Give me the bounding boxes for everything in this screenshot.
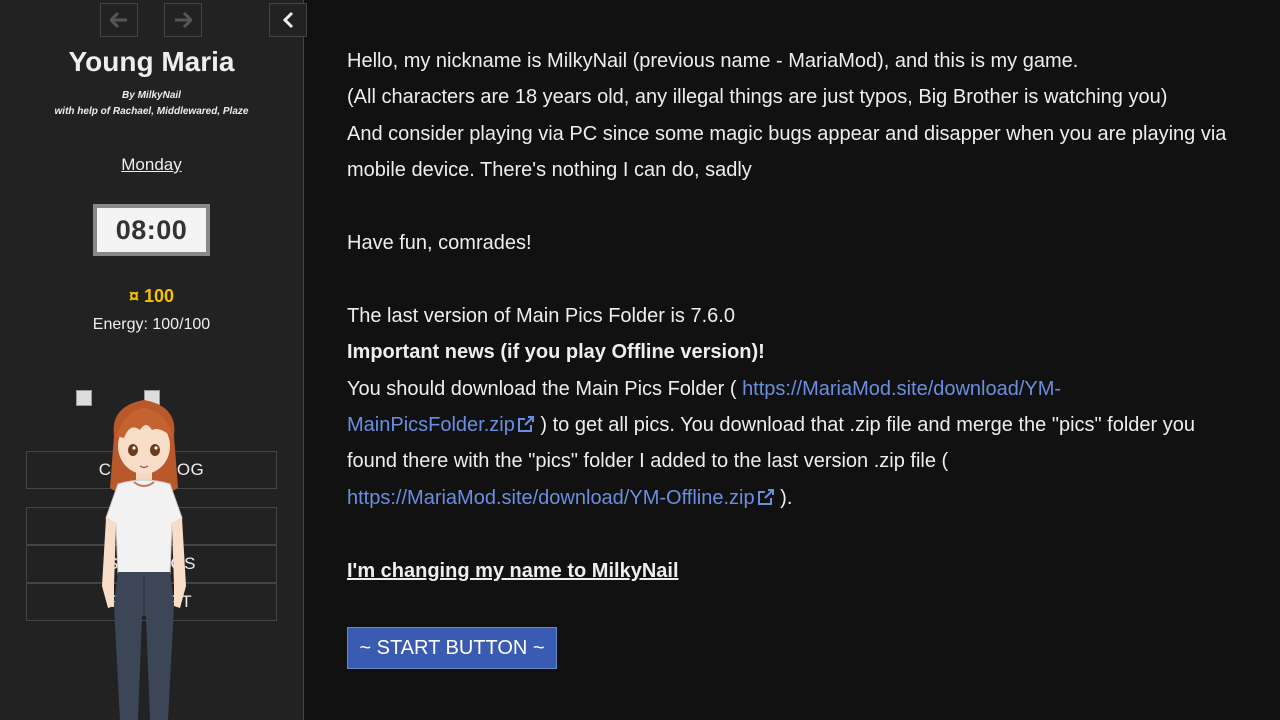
external-link-icon	[517, 416, 534, 433]
offline-zip-link[interactable]: https://MariaMod.site/download/YM-Offlin…	[347, 487, 775, 509]
arrow-left-icon	[110, 12, 127, 28]
history-forward-button[interactable]	[164, 3, 202, 37]
broken-image-icon	[76, 390, 92, 406]
byline-helpers: with help of Rachael, Middlewared, Plaze	[54, 106, 249, 117]
arrow-right-icon	[175, 12, 192, 28]
passage-line: The last version of Main Pics Folder is …	[347, 304, 735, 327]
important-news-heading: Important news (if you play Offline vers…	[347, 341, 765, 364]
external-link-icon	[757, 488, 774, 505]
clock: 08:00	[93, 204, 210, 256]
passage-line: Hello, my nickname is MilkyNail (previou…	[347, 50, 1079, 72]
download-instructions: You should download the Main Pics Folder…	[347, 371, 1227, 517]
character-portrait	[102, 400, 186, 720]
byline-author: By MilkyNail	[122, 90, 181, 101]
passage: Hello, my nickname is MilkyNail (previou…	[347, 43, 1227, 589]
history-back-button[interactable]	[100, 3, 138, 37]
passage-line: (All characters are 18 years old, any il…	[347, 86, 1168, 109]
money-counter: ¤ 100	[128, 286, 175, 306]
download-intro-text: You should download the Main Pics Folder…	[347, 377, 737, 400]
name-change-notice: I'm changing my name to MilkyNail	[347, 559, 679, 582]
sidebar-toggle-button[interactable]	[269, 3, 307, 37]
sidebar: Young Maria By MilkyNail with help of Ra…	[0, 0, 307, 720]
start-button[interactable]: ~ START BUTTON ~	[347, 627, 557, 669]
day-label: Monday	[121, 155, 182, 174]
clock-time: 08:00	[97, 208, 206, 252]
chevron-left-icon	[282, 11, 294, 29]
story-byline: By MilkyNail with help of Rachael, Middl…	[0, 88, 303, 120]
offline-zip-link-text: https://MariaMod.site/download/YM-Offlin…	[347, 486, 755, 509]
energy-counter: Energy: 100/100	[92, 316, 211, 333]
passage-line: Have fun, comrades!	[347, 232, 532, 255]
passage-line: And consider playing via PC since some m…	[347, 122, 1227, 182]
download-end-text: ).	[780, 486, 793, 509]
story-title: Young Maria	[68, 46, 235, 77]
